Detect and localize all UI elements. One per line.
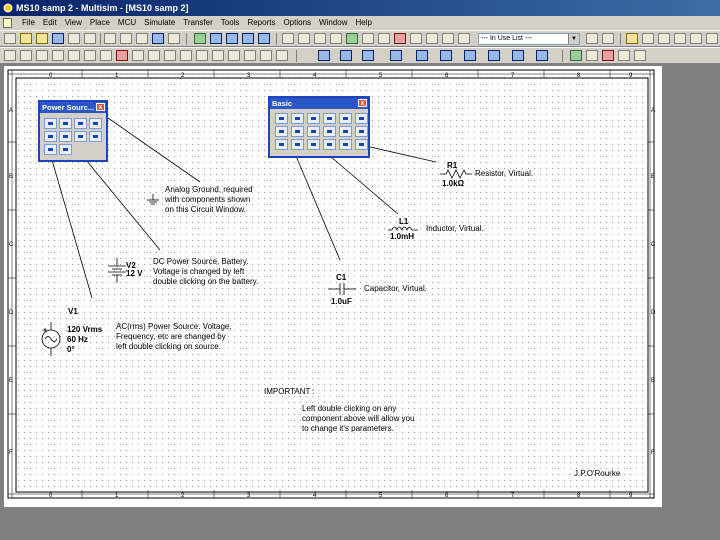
vee-icon[interactable] xyxy=(74,131,87,142)
variable-capacitor-icon[interactable] xyxy=(339,113,352,124)
important-note-line-3: to change it's parameters. xyxy=(302,424,394,433)
l1-description: Inductor, Virtual. xyxy=(426,224,484,233)
v1-voltage[interactable]: 120 Vrms xyxy=(67,325,102,334)
power-sources-palette[interactable]: Power Sourc... x xyxy=(38,100,108,162)
basic-palette-title-bar[interactable]: Basic x xyxy=(270,98,368,109)
ac-note: AC(rms) Power Source. Voltage, Frequency… xyxy=(116,322,232,352)
dc-note-line-3: double clicking on the battery. xyxy=(153,277,259,286)
capacitor-icon[interactable] xyxy=(291,113,304,124)
author-name: J.P.O'Rourke xyxy=(574,469,621,478)
core-icon[interactable] xyxy=(323,139,336,150)
ac-note-line-1: AC(rms) Power Source. Voltage, xyxy=(116,322,232,331)
ruler-row-a-right: A xyxy=(651,108,655,114)
vss-icon[interactable] xyxy=(89,131,102,142)
ruler-row-f: F xyxy=(9,450,13,456)
ac-note-line-3: left double clicking on source. xyxy=(116,342,221,351)
fuse-icon[interactable] xyxy=(339,139,352,150)
ground-note-line-1: Analog Ground, required xyxy=(165,185,253,194)
pullup-icon[interactable] xyxy=(275,126,288,137)
potentiometer-icon[interactable] xyxy=(323,113,336,124)
ruler-row-c: C xyxy=(9,242,14,248)
v1-phase[interactable]: 0° xyxy=(67,345,75,354)
three-phase-wye-icon[interactable] xyxy=(59,144,72,155)
resistor-icon[interactable] xyxy=(275,113,288,124)
socket-icon[interactable] xyxy=(291,139,304,150)
vcc-icon[interactable] xyxy=(44,131,57,142)
power-palette-title-bar[interactable]: Power Sourc... x xyxy=(40,102,106,113)
l1-value[interactable]: 1.0mH xyxy=(390,232,414,241)
crystal-icon[interactable] xyxy=(307,139,320,150)
ruler-row-a: A xyxy=(9,108,13,114)
basic-palette[interactable]: Basic x xyxy=(268,96,370,158)
v1-ref[interactable]: V1 xyxy=(68,307,78,316)
basic-palette-close-button[interactable]: x xyxy=(358,99,367,107)
ground-note-line-2: with components shown xyxy=(165,195,251,204)
important-note: Left double clicking on any component ab… xyxy=(302,404,415,434)
ruler-row-d-right: D xyxy=(651,310,656,316)
three-phase-delta-icon[interactable] xyxy=(44,144,57,155)
dc-power-icon[interactable] xyxy=(59,118,72,129)
r1-ref[interactable]: R1 xyxy=(447,161,457,170)
transformer-icon[interactable] xyxy=(339,126,352,137)
digital-ground-icon[interactable] xyxy=(89,118,102,129)
power-palette-close-button[interactable]: x xyxy=(96,103,105,111)
ruler-row-e: E xyxy=(9,378,13,384)
r1-description: Resistor, Virtual. xyxy=(475,169,534,178)
inductor-icon[interactable] xyxy=(307,113,320,124)
ruler-row-e-right: E xyxy=(651,378,655,384)
power-palette-title: Power Sourc... xyxy=(42,103,95,112)
ac-note-line-2: Frequency, etc are changed by xyxy=(116,332,226,341)
ground-note-line-3: on this Circuit Window. xyxy=(165,205,246,214)
v2-value[interactable]: 12 V xyxy=(126,269,142,278)
c1-description: Capacitor, Virtual. xyxy=(364,284,427,293)
ruler-row-d: D xyxy=(9,310,14,316)
important-note-line-2: component above will allow you xyxy=(302,414,415,423)
important-heading: IMPORTANT : xyxy=(264,387,315,396)
ground-note: Analog Ground, required with components … xyxy=(165,185,253,215)
schematic-canvas: 0 1 2 3 4 5 6 7 8 9 0 1 2 3 4 5 6 7 8 9 … xyxy=(7,69,656,499)
ac-power-icon[interactable] xyxy=(44,118,57,129)
important-note-line-1: Left double clicking on any xyxy=(302,404,397,413)
c1-value[interactable]: 1.0uF xyxy=(331,297,352,306)
l1-ref[interactable]: L1 xyxy=(399,217,408,226)
virtual-basic-icon[interactable] xyxy=(355,139,368,150)
dc-note-line-2: Voltage is changed by left xyxy=(153,267,245,276)
ruler-row-c-right: C xyxy=(651,242,656,248)
ruler-row-b: B xyxy=(9,174,13,180)
variable-inductor-icon[interactable] xyxy=(355,113,368,124)
vdd-icon[interactable] xyxy=(59,131,72,142)
basic-palette-title: Basic xyxy=(272,99,293,108)
dc-note-line-1: DC Power Source, Battery. xyxy=(153,257,249,266)
v1-frequency[interactable]: 60 Hz xyxy=(67,335,88,344)
connector-icon[interactable] xyxy=(275,139,288,150)
relay-icon[interactable] xyxy=(323,126,336,137)
ruler-row-b-right: B xyxy=(651,174,655,180)
resistor-pack-icon[interactable] xyxy=(291,126,304,137)
switch-icon[interactable] xyxy=(307,126,320,137)
r1-value[interactable]: 1.0kΩ xyxy=(442,179,464,188)
ruler-row-f-right: F xyxy=(651,450,655,456)
ground-icon[interactable] xyxy=(74,118,87,129)
c1-ref[interactable]: C1 xyxy=(336,273,346,282)
nonlinear-transformer-icon[interactable] xyxy=(355,126,368,137)
dc-note: DC Power Source, Battery. Voltage is cha… xyxy=(153,257,258,287)
